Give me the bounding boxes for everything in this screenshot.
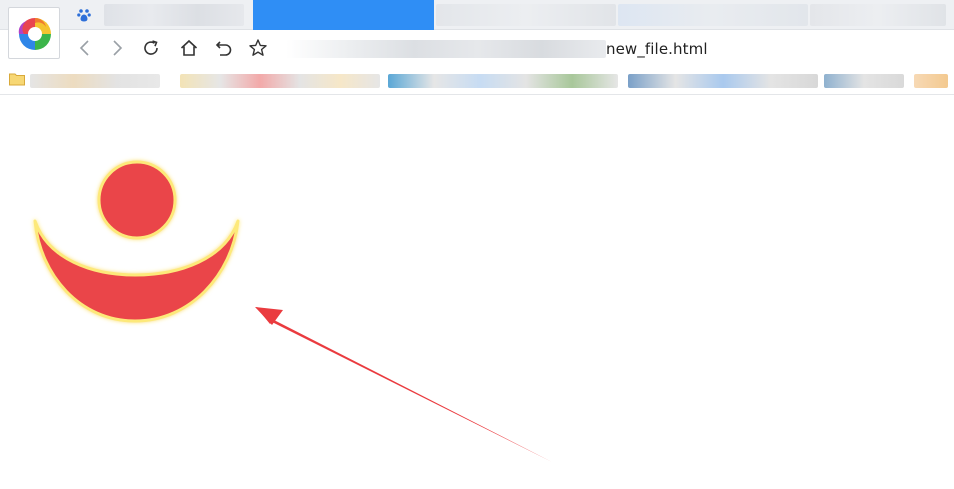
tab-blurred[interactable] bbox=[810, 4, 946, 26]
page-content bbox=[0, 95, 954, 489]
bookmark-blurred[interactable] bbox=[388, 74, 618, 88]
browser-logo[interactable] bbox=[8, 7, 60, 59]
annotation-arrow bbox=[256, 307, 552, 462]
head-circle bbox=[97, 160, 177, 240]
undo-button[interactable] bbox=[213, 37, 235, 59]
address-url: new_file.html bbox=[606, 40, 708, 58]
home-button[interactable] bbox=[178, 37, 200, 59]
address-url-blurred bbox=[286, 40, 606, 58]
undo-icon bbox=[215, 41, 232, 56]
tab-blurred[interactable] bbox=[436, 4, 616, 26]
tab-active[interactable] bbox=[253, 0, 434, 30]
bookmark-blurred[interactable] bbox=[30, 74, 160, 88]
tab-blurred[interactable] bbox=[618, 4, 808, 26]
home-icon bbox=[180, 39, 198, 56]
folder-icon[interactable] bbox=[9, 72, 25, 86]
tab-baidu[interactable] bbox=[66, 0, 252, 30]
browser-chrome: new_file.html bbox=[0, 0, 954, 95]
address-bar[interactable]: new_file.html bbox=[286, 37, 946, 61]
page-drawing bbox=[33, 160, 552, 462]
back-icon bbox=[79, 40, 89, 56]
forward-button[interactable] bbox=[106, 37, 128, 59]
star-icon bbox=[249, 39, 267, 56]
bookmark-blurred[interactable] bbox=[824, 74, 904, 88]
navigation-bar: new_file.html bbox=[66, 31, 954, 65]
bookmark-blurred[interactable] bbox=[180, 74, 380, 88]
bookmark-blurred[interactable] bbox=[914, 74, 948, 88]
back-button[interactable] bbox=[74, 37, 96, 59]
reload-icon bbox=[144, 40, 158, 55]
forward-icon bbox=[113, 40, 123, 56]
rainbow-swirl-logo bbox=[18, 17, 51, 50]
tab-title-blurred bbox=[104, 4, 244, 26]
bookmarks-bar bbox=[0, 65, 954, 95]
tab-strip bbox=[0, 0, 954, 30]
baidu-paw-icon bbox=[77, 9, 91, 22]
bookmark-star-button[interactable] bbox=[247, 37, 269, 59]
reload-button[interactable] bbox=[140, 37, 162, 59]
bookmark-blurred[interactable] bbox=[628, 74, 818, 88]
